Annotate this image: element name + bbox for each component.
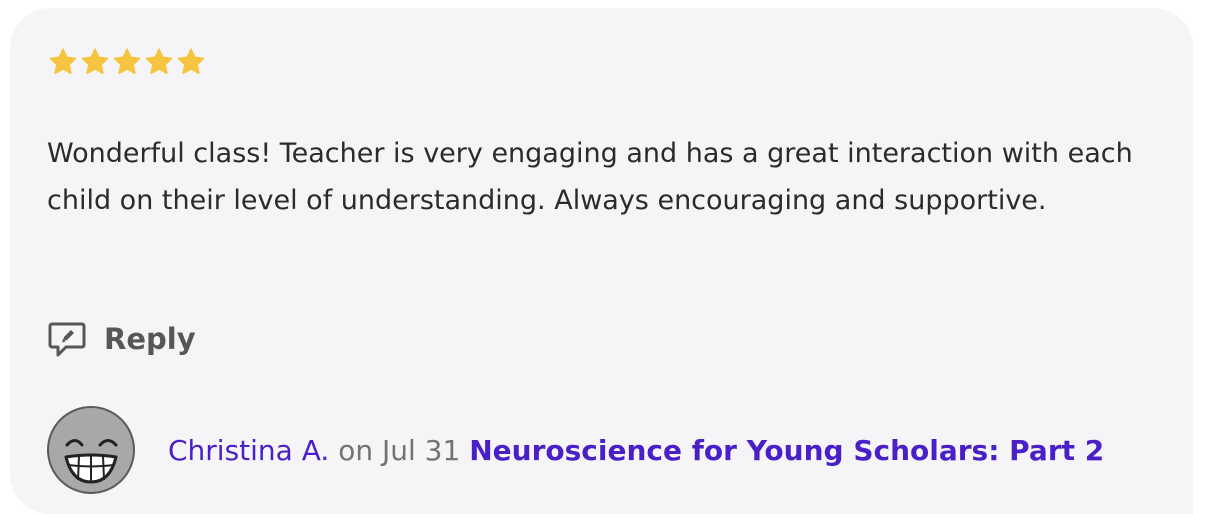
reply-chat-icon: [48, 322, 86, 357]
smiley-face-avatar-icon[interactable]: [46, 405, 136, 495]
class-title-link[interactable]: Neuroscience for Young Scholars: Part 2: [469, 434, 1104, 467]
author-name-link[interactable]: Christina A.: [168, 434, 329, 467]
star-rating: [47, 46, 207, 78]
star-icon: [113, 48, 141, 75]
reply-button[interactable]: Reply: [46, 318, 196, 360]
review-text: Wonderful class! Teacher is very engagin…: [47, 138, 1133, 216]
review-date: on Jul 31: [338, 433, 461, 467]
review-meta: Christina A. on Jul 31 Neuroscience for …: [168, 434, 1104, 467]
review-card: Wonderful class! Teacher is very engagin…: [10, 8, 1193, 514]
star-icon: [177, 48, 205, 75]
star-icon: [81, 48, 109, 75]
reply-label: Reply: [104, 322, 196, 356]
star-icon: [145, 48, 173, 75]
star-icon: [49, 48, 77, 75]
review-author-row: Christina A. on Jul 31 Neuroscience for …: [46, 405, 1104, 495]
